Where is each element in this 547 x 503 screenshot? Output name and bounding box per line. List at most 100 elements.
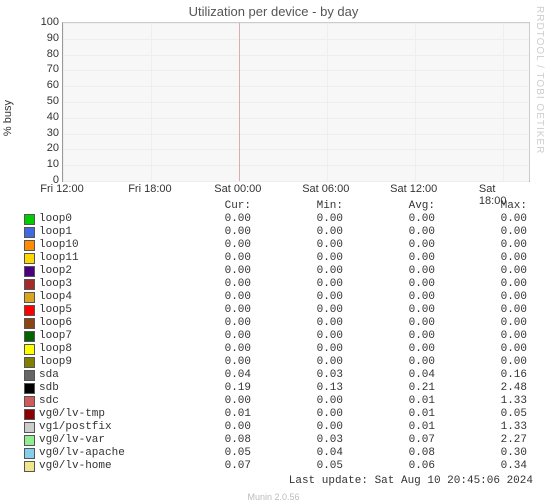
legend-row: vg0/lv-home0.070.050.060.34 bbox=[24, 460, 533, 473]
legend-row: loop10.000.000.000.00 bbox=[24, 226, 533, 239]
legend-min: 0.00 bbox=[251, 265, 343, 278]
legend-swatch-icon bbox=[24, 422, 35, 433]
legend-name: loop3 bbox=[39, 278, 159, 291]
legend-name: loop9 bbox=[39, 356, 159, 369]
legend-max: 0.00 bbox=[435, 317, 527, 330]
legend-swatch-icon bbox=[24, 292, 35, 303]
legend-header: Cur: Min: Avg: Max: bbox=[24, 200, 533, 213]
legend-swatch-icon bbox=[24, 370, 35, 381]
legend-min: 0.00 bbox=[251, 252, 343, 265]
legend-swatch-icon bbox=[24, 461, 35, 472]
x-tick: Sat 06:00 bbox=[302, 183, 349, 195]
legend-avg: 0.00 bbox=[343, 330, 435, 343]
legend-max: 0.00 bbox=[435, 252, 527, 265]
legend-avg: 0.04 bbox=[343, 369, 435, 382]
y-tick: 100 bbox=[19, 16, 59, 28]
legend-cur: 0.00 bbox=[159, 278, 251, 291]
legend-min: 0.00 bbox=[251, 278, 343, 291]
legend-max: 2.27 bbox=[435, 434, 527, 447]
legend-cur: 0.04 bbox=[159, 369, 251, 382]
legend-avg: 0.00 bbox=[343, 317, 435, 330]
legend-avg: 0.07 bbox=[343, 434, 435, 447]
rrdtool-watermark: RRDTOOL / TOBI OETIKER bbox=[534, 6, 545, 154]
legend-cur: 0.00 bbox=[159, 356, 251, 369]
legend-max: 0.00 bbox=[435, 239, 527, 252]
legend-max: 2.48 bbox=[435, 382, 527, 395]
legend-name: loop1 bbox=[39, 226, 159, 239]
legend-min: 0.00 bbox=[251, 239, 343, 252]
legend-swatch-icon bbox=[24, 435, 35, 446]
legend-max: 1.33 bbox=[435, 395, 527, 408]
legend-avg: 0.00 bbox=[343, 226, 435, 239]
legend-avg: 0.00 bbox=[343, 304, 435, 317]
legend-swatch-icon bbox=[24, 227, 35, 238]
legend-cur: 0.00 bbox=[159, 252, 251, 265]
legend-row: loop90.000.000.000.00 bbox=[24, 356, 533, 369]
y-tick: 10 bbox=[19, 158, 59, 170]
legend-row: loop40.000.000.000.00 bbox=[24, 291, 533, 304]
legend-name: loop4 bbox=[39, 291, 159, 304]
legend-swatch-icon bbox=[24, 409, 35, 420]
legend-cur: 0.19 bbox=[159, 382, 251, 395]
y-tick: 60 bbox=[19, 79, 59, 91]
legend-avg: 0.01 bbox=[343, 395, 435, 408]
legend-avg: 0.00 bbox=[343, 291, 435, 304]
legend-cur: 0.00 bbox=[159, 265, 251, 278]
legend-max: 0.00 bbox=[435, 343, 527, 356]
legend-min: 0.04 bbox=[251, 447, 343, 460]
legend-cur: 0.05 bbox=[159, 447, 251, 460]
legend-min: 0.00 bbox=[251, 330, 343, 343]
legend-min: 0.00 bbox=[251, 226, 343, 239]
legend-max: 0.00 bbox=[435, 213, 527, 226]
legend-min: 0.03 bbox=[251, 434, 343, 447]
x-tick: Sat 00:00 bbox=[214, 183, 261, 195]
legend-cur: 0.00 bbox=[159, 304, 251, 317]
legend-min: 0.00 bbox=[251, 421, 343, 434]
legend-swatch-icon bbox=[24, 279, 35, 290]
last-update: Last update: Sat Aug 10 20:45:06 2024 bbox=[289, 475, 533, 487]
legend-avg: 0.01 bbox=[343, 408, 435, 421]
legend-avg: 0.00 bbox=[343, 278, 435, 291]
legend-swatch-icon bbox=[24, 344, 35, 355]
legend: Cur: Min: Avg: Max: loop00.000.000.000.0… bbox=[24, 200, 533, 473]
y-tick: 40 bbox=[19, 111, 59, 123]
y-tick: 70 bbox=[19, 63, 59, 75]
legend-swatch-icon bbox=[24, 331, 35, 342]
legend-row: loop20.000.000.000.00 bbox=[24, 265, 533, 278]
legend-swatch-icon bbox=[24, 266, 35, 277]
y-tick: 30 bbox=[19, 127, 59, 139]
legend-swatch-icon bbox=[24, 357, 35, 368]
legend-max: 1.33 bbox=[435, 421, 527, 434]
legend-max: 0.34 bbox=[435, 460, 527, 473]
legend-cur: 0.00 bbox=[159, 395, 251, 408]
legend-row: loop50.000.000.000.00 bbox=[24, 304, 533, 317]
legend-swatch-icon bbox=[24, 214, 35, 225]
x-tick: Fri 12:00 bbox=[40, 183, 83, 195]
legend-name: loop2 bbox=[39, 265, 159, 278]
legend-max: 0.00 bbox=[435, 356, 527, 369]
legend-name: vg0/lv-var bbox=[39, 434, 159, 447]
legend-cur: 0.00 bbox=[159, 291, 251, 304]
legend-min: 0.00 bbox=[251, 343, 343, 356]
legend-row: loop30.000.000.000.00 bbox=[24, 278, 533, 291]
legend-max: 0.00 bbox=[435, 330, 527, 343]
legend-row: loop00.000.000.000.00 bbox=[24, 213, 533, 226]
legend-name: loop6 bbox=[39, 317, 159, 330]
legend-name: loop8 bbox=[39, 343, 159, 356]
legend-avg: 0.00 bbox=[343, 252, 435, 265]
legend-swatch-icon bbox=[24, 253, 35, 264]
legend-avg: 0.06 bbox=[343, 460, 435, 473]
legend-swatch-icon bbox=[24, 240, 35, 251]
legend-max: 0.00 bbox=[435, 291, 527, 304]
legend-row: loop60.000.000.000.00 bbox=[24, 317, 533, 330]
y-tick: 20 bbox=[19, 142, 59, 154]
legend-name: vg1/postfix bbox=[39, 421, 159, 434]
chart-title: Utilization per device - by day bbox=[0, 0, 547, 19]
legend-min: 0.00 bbox=[251, 213, 343, 226]
legend-row: sdc0.000.000.011.33 bbox=[24, 395, 533, 408]
legend-name: vg0/lv-home bbox=[39, 460, 159, 473]
legend-name: loop10 bbox=[39, 239, 159, 252]
legend-row: sda0.040.030.040.16 bbox=[24, 369, 533, 382]
legend-name: sda bbox=[39, 369, 159, 382]
legend-row: vg0/lv-tmp0.010.000.010.05 bbox=[24, 408, 533, 421]
